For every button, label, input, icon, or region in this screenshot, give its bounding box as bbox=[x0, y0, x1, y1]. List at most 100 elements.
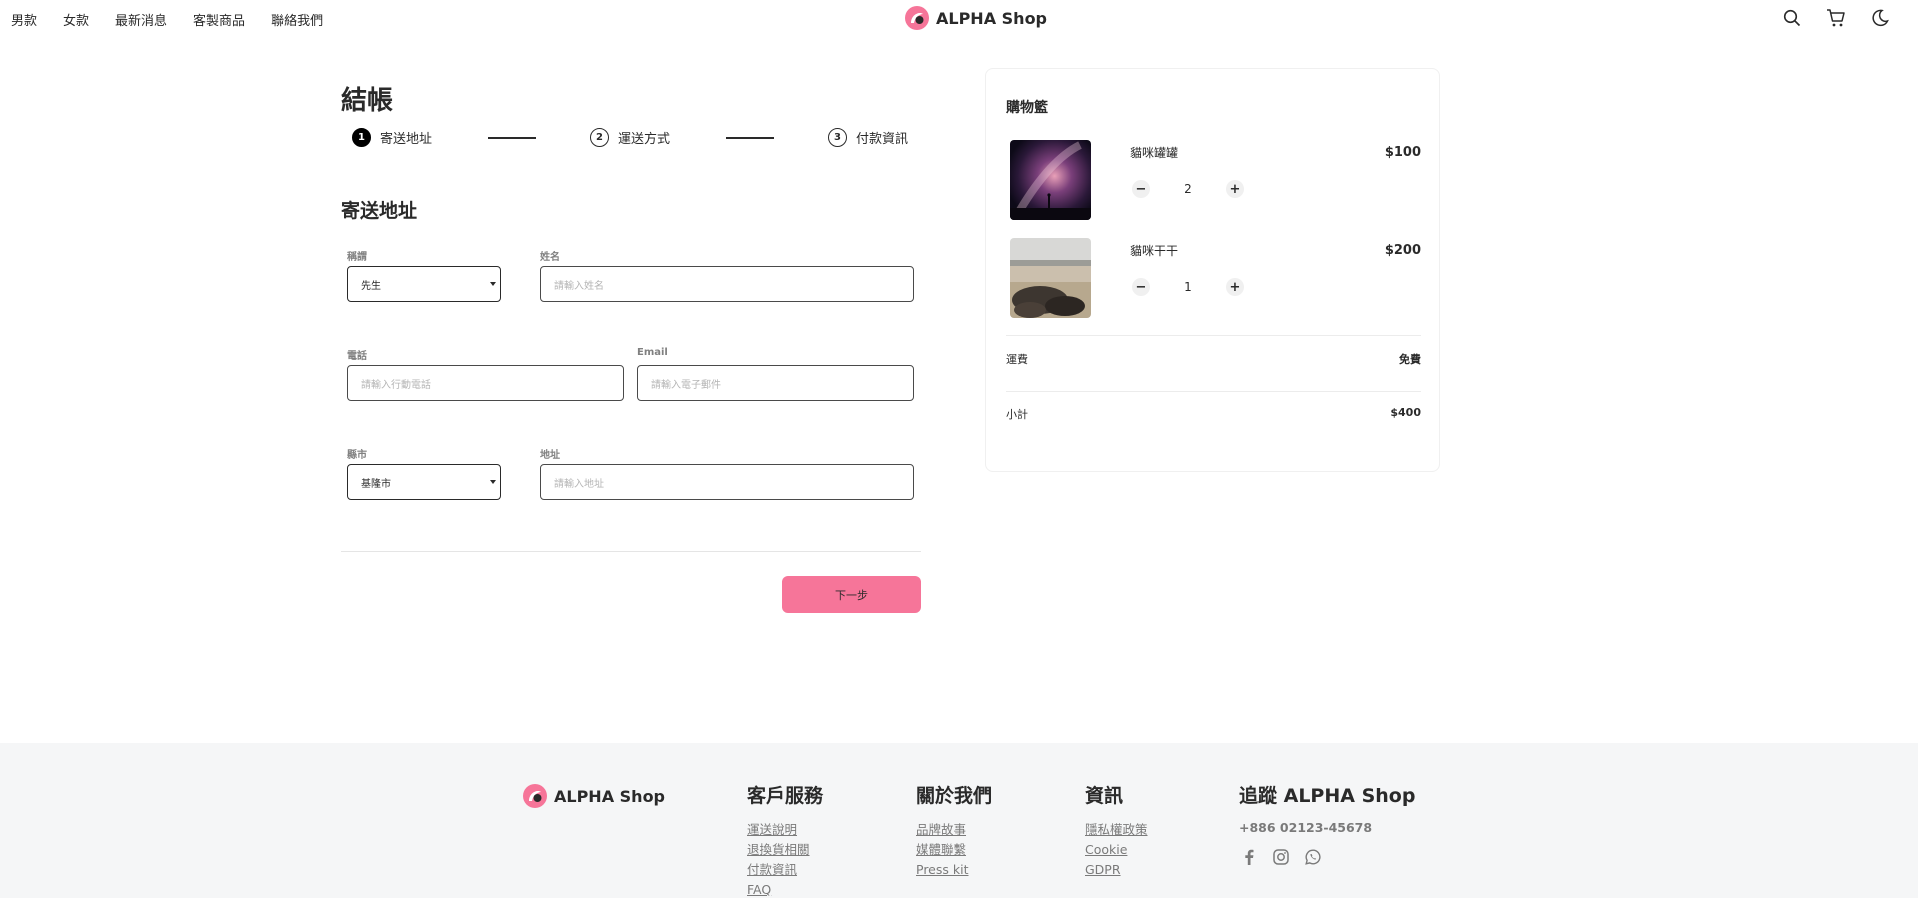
product-image-galaxy bbox=[1010, 140, 1091, 220]
input-placeholder: 請輸入地址 bbox=[554, 478, 604, 490]
header-actions bbox=[1780, 6, 1892, 30]
footer-link[interactable]: 退換貨相關 bbox=[747, 840, 823, 860]
footer-link[interactable]: FAQ bbox=[747, 880, 823, 898]
city-field: 縣市 基隆市 bbox=[347, 446, 501, 500]
top-header: 男款 女款 最新消息 客製商品 聯絡我們 ALPHA Shop bbox=[0, 0, 1918, 36]
field-label: Email bbox=[637, 347, 668, 358]
city-select[interactable]: 基隆市 bbox=[347, 464, 501, 500]
field-label: 地址 bbox=[540, 450, 560, 461]
subtotal-value: $400 bbox=[1390, 406, 1421, 419]
social-links bbox=[1239, 847, 1415, 867]
step-connector bbox=[488, 137, 536, 139]
address-input[interactable]: 請輸入地址 bbox=[540, 464, 914, 500]
footer-heading: 客戶服務 bbox=[747, 785, 824, 807]
select-value: 先生 bbox=[361, 280, 381, 292]
footer-link[interactable]: Press kit bbox=[916, 860, 992, 880]
whatsapp-icon[interactable] bbox=[1303, 847, 1323, 867]
step-payment: 3 付款資訊 bbox=[828, 128, 908, 147]
step-label: 付款資訊 bbox=[856, 132, 909, 147]
phone-input[interactable]: 請輸入行動電話 bbox=[347, 365, 624, 401]
field-label: 稱謂 bbox=[347, 252, 367, 263]
nav-news[interactable]: 最新消息 bbox=[115, 10, 167, 29]
footer-col-about: 關於我們 品牌故事 媒體聯繫 Press kit bbox=[916, 781, 992, 880]
cart-divider bbox=[1006, 391, 1421, 392]
footer-col-follow: 追蹤 ALPHA Shop +886 02123-45678 bbox=[1239, 781, 1415, 867]
phone-field: 電話 請輸入行動電話 bbox=[347, 347, 624, 401]
footer-link[interactable]: 隱私權政策 bbox=[1085, 820, 1148, 840]
input-placeholder: 請輸入電子郵件 bbox=[651, 379, 721, 391]
field-label: 電話 bbox=[347, 351, 367, 362]
brand-logo-link[interactable]: ALPHA Shop bbox=[904, 5, 1047, 31]
minus-button[interactable]: − bbox=[1132, 278, 1150, 296]
address-field: 地址 請輸入地址 bbox=[540, 446, 914, 500]
footer-brand[interactable]: ALPHA Shop bbox=[522, 783, 665, 809]
plus-button[interactable]: + bbox=[1226, 180, 1244, 198]
email-field: Email 請輸入電子郵件 bbox=[637, 347, 914, 401]
item-name: 貓咪干干 bbox=[1130, 244, 1179, 258]
brand-logo-icon bbox=[523, 784, 547, 808]
input-placeholder: 請輸入行動電話 bbox=[361, 379, 431, 391]
footer-heading: 資訊 bbox=[1085, 785, 1124, 807]
step-label: 寄送地址 bbox=[380, 132, 433, 147]
minus-button[interactable]: − bbox=[1132, 180, 1150, 198]
caret-down-icon bbox=[490, 480, 496, 484]
cart-icon[interactable] bbox=[1824, 6, 1848, 30]
section-title: 寄送地址 bbox=[341, 200, 418, 222]
item-price: $200 bbox=[1384, 243, 1421, 258]
brand-logo-icon bbox=[905, 6, 929, 30]
step-number: 3 bbox=[828, 128, 847, 147]
field-label: 縣市 bbox=[347, 450, 367, 461]
brand-name: ALPHA Shop bbox=[936, 8, 1048, 28]
step-address: 1 寄送地址 bbox=[352, 128, 432, 147]
item-price: $100 bbox=[1384, 145, 1421, 160]
main-nav: 男款 女款 最新消息 客製商品 聯絡我們 bbox=[11, 10, 349, 29]
quantity-value: 2 bbox=[1184, 182, 1192, 196]
footer-col-service: 客戶服務 運送說明 退換貨相關 付款資訊 FAQ bbox=[747, 781, 823, 898]
plus-button[interactable]: + bbox=[1226, 278, 1244, 296]
footer-link[interactable]: 品牌故事 bbox=[916, 820, 992, 840]
cart-title: 購物籃 bbox=[1006, 100, 1048, 116]
footer-col-info: 資訊 隱私權政策 Cookie GDPR bbox=[1085, 781, 1148, 880]
site-footer: ALPHA Shop 客戶服務 運送說明 退換貨相關 付款資訊 FAQ 關於我們… bbox=[0, 743, 1918, 898]
item-name: 貓咪罐罐 bbox=[1130, 146, 1179, 160]
nav-custom[interactable]: 客製商品 bbox=[193, 10, 245, 29]
search-icon[interactable] bbox=[1780, 6, 1804, 30]
step-shipping: 2 運送方式 bbox=[590, 128, 670, 147]
footer-link[interactable]: Cookie bbox=[1085, 840, 1148, 860]
quantity-stepper: − 1 + bbox=[1132, 278, 1244, 296]
instagram-icon[interactable] bbox=[1271, 847, 1291, 867]
footer-heading: 追蹤 ALPHA Shop bbox=[1239, 785, 1416, 807]
footer-link[interactable]: 運送說明 bbox=[747, 820, 823, 840]
nav-men[interactable]: 男款 bbox=[11, 10, 37, 29]
input-placeholder: 請輸入姓名 bbox=[554, 280, 604, 292]
footer-link[interactable]: GDPR bbox=[1085, 860, 1148, 880]
email-input[interactable]: 請輸入電子郵件 bbox=[637, 365, 914, 401]
footer-link[interactable]: 媒體聯繫 bbox=[916, 840, 992, 860]
subtotal-row: 小計 $400 bbox=[1006, 406, 1421, 422]
nav-contact[interactable]: 聯絡我們 bbox=[271, 10, 323, 29]
nav-women[interactable]: 女款 bbox=[63, 10, 89, 29]
product-image-beach bbox=[1010, 238, 1091, 318]
cart-item: 貓咪罐罐 $100 − 2 + bbox=[1010, 140, 1421, 220]
shipping-value: 免費 bbox=[1399, 353, 1421, 366]
footer-link[interactable]: 付款資訊 bbox=[747, 860, 823, 880]
name-input[interactable]: 請輸入姓名 bbox=[540, 266, 914, 302]
checkout-stepper: 1 寄送地址 2 運送方式 3 付款資訊 bbox=[352, 128, 912, 152]
subtotal-label: 小計 bbox=[1006, 408, 1028, 421]
quantity-stepper: − 2 + bbox=[1132, 180, 1244, 198]
step-number: 2 bbox=[590, 128, 609, 147]
cart-item: 貓咪干干 $200 − 1 + bbox=[1010, 238, 1421, 318]
step-number: 1 bbox=[352, 128, 371, 147]
salutation-field: 稱謂 先生 bbox=[347, 248, 501, 302]
footer-heading: 關於我們 bbox=[916, 785, 993, 807]
facebook-icon[interactable] bbox=[1239, 847, 1259, 867]
caret-down-icon bbox=[490, 282, 496, 286]
salutation-select[interactable]: 先生 bbox=[347, 266, 501, 302]
page-title: 結帳 bbox=[341, 86, 394, 116]
select-value: 基隆市 bbox=[361, 478, 391, 490]
next-step-button[interactable]: 下一步 bbox=[782, 576, 921, 613]
quantity-value: 1 bbox=[1184, 280, 1192, 294]
footer-phone: +886 02123-45678 bbox=[1239, 820, 1373, 835]
moon-icon[interactable] bbox=[1868, 6, 1892, 30]
cart-panel: 購物籃 貓咪罐罐 $100 − 2 + 貓咪干干 $200 − 1 + 運費 免… bbox=[985, 68, 1440, 472]
